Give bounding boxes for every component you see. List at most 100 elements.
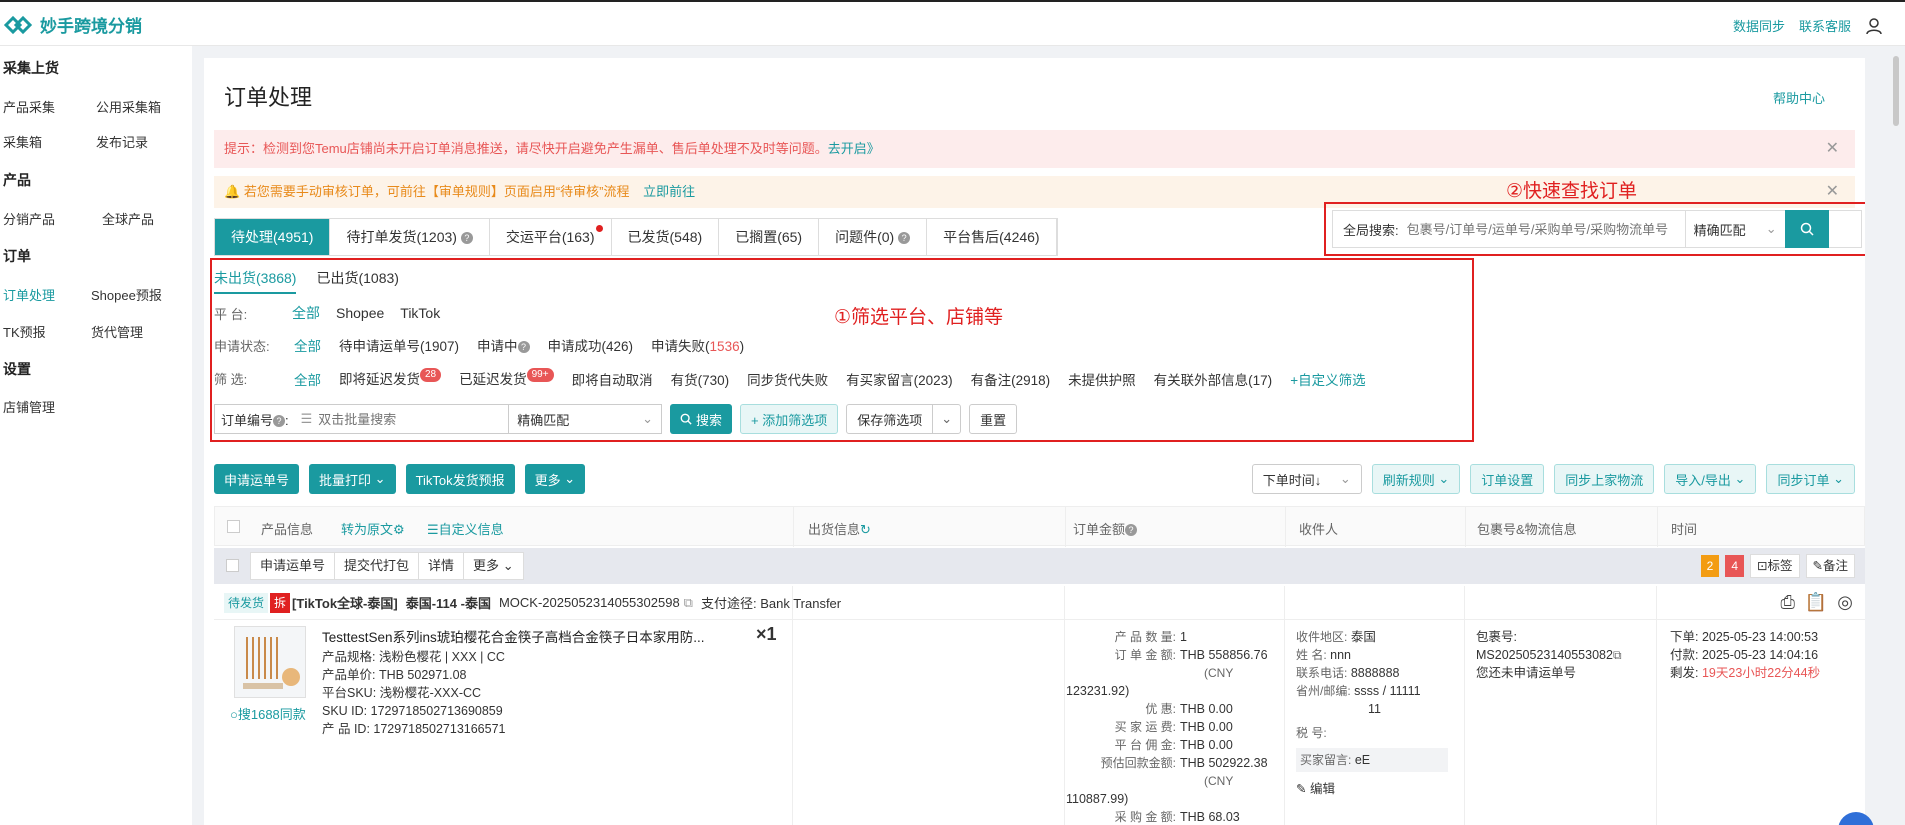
sidebar-item-public-box[interactable]: 公用采集箱: [96, 97, 161, 116]
go-now-link[interactable]: 立即前往: [643, 184, 695, 199]
sidebar-item-shopee-forecast[interactable]: Shopee预报: [91, 285, 162, 304]
apply-status-success[interactable]: 申请成功(426): [548, 335, 634, 355]
tab-handover[interactable]: 交运平台(163): [489, 219, 612, 255]
amount-key: 平 台 佣 金:: [1114, 738, 1176, 752]
sidebar-item-collect-box[interactable]: 采集箱: [3, 132, 42, 151]
to-original-link[interactable]: 转为原文⚙: [341, 519, 405, 538]
tab-problem[interactable]: 问题件(0) ?: [819, 219, 928, 255]
sidebar-item-forwarder[interactable]: 货代管理: [91, 322, 143, 341]
note-button[interactable]: ✎备注: [1805, 554, 1855, 578]
apply-status-all[interactable]: 全部: [294, 335, 321, 355]
platform-shopee[interactable]: Shopee: [336, 305, 384, 321]
help-center-link[interactable]: 帮助中心: [1773, 88, 1825, 107]
user-icon[interactable]: [1865, 17, 1883, 35]
platform-all[interactable]: 全部: [292, 303, 320, 323]
refresh-icon[interactable]: ↻: [860, 522, 871, 537]
copy-icon[interactable]: ⧉: [684, 595, 693, 611]
save-filter-button[interactable]: 保存筛选项 ⌄: [846, 404, 962, 434]
right-toolbar: 下单时间↓ ⌄ 刷新规则 ⌄ 订单设置 同步上家物流 导入/导出 ⌄ 同步订单 ⌄: [1251, 464, 1855, 494]
screen-buyer-note[interactable]: 有买家留言(2023): [846, 369, 953, 389]
tab-pending[interactable]: 待处理(4951): [215, 219, 331, 255]
add-filter-button[interactable]: + 添加筛选项: [740, 404, 839, 434]
refresh-rules-button[interactable]: 刷新规则 ⌄: [1371, 464, 1461, 494]
package-number[interactable]: MS20250523140553082⧉: [1476, 646, 1652, 664]
order-settings-button[interactable]: 订单设置: [1470, 464, 1545, 494]
screen-external-info[interactable]: 有关联外部信息(17): [1154, 369, 1273, 389]
clipboard-icon[interactable]: 📋: [1805, 592, 1827, 613]
order-row-icons: ⎙ 📋 ◎: [1780, 592, 1853, 613]
sidebar-item-distribution[interactable]: 分销产品: [3, 209, 55, 228]
apply-status-applying[interactable]: 申请中?: [477, 335, 530, 355]
data-sync-link[interactable]: 数据同步: [1733, 16, 1785, 35]
search-1688-link[interactable]: ○搜1688同款: [230, 704, 306, 723]
tab-to-print[interactable]: 待打单发货(1203) ?: [330, 219, 490, 255]
sub-tab-shipped[interactable]: 已出货(1083): [316, 268, 398, 294]
status-tabs: 待处理(4951) 待打单发货(1203) ? 交运平台(163) 已发货(54…: [214, 218, 1058, 256]
screen-no-passport[interactable]: 未提供护照: [1068, 369, 1136, 389]
platform-tiktok[interactable]: TikTok: [400, 305, 440, 321]
batch-print-button[interactable]: 批量打印 ⌄: [309, 464, 396, 494]
close-icon[interactable]: ✕: [1826, 130, 1839, 168]
screen-in-stock[interactable]: 有货(730): [671, 369, 730, 389]
tag-button[interactable]: ⊡标签: [1750, 554, 1800, 578]
check-circle-icon[interactable]: ◎: [1837, 592, 1853, 613]
sidebar-item-tk-forecast[interactable]: TK预报: [3, 322, 46, 341]
global-search-input[interactable]: [1406, 221, 1685, 237]
copy-icon[interactable]: ⧉: [1613, 648, 1622, 662]
submit-pack-button[interactable]: 提交代打包: [335, 553, 420, 579]
row-checkbox[interactable]: [226, 559, 239, 572]
global-search-button[interactable]: [1784, 210, 1829, 248]
sidebar-item-product-collect[interactable]: 产品采集: [3, 97, 55, 116]
screen-soon-delay[interactable]: 即将延迟发货 28: [339, 368, 442, 389]
chevron-down-icon[interactable]: ⌄: [932, 405, 960, 433]
col-divider: [793, 507, 794, 547]
sync-orders-button[interactable]: 同步订单 ⌄: [1766, 464, 1855, 494]
order-match-select[interactable]: 精确匹配 ⌄: [508, 405, 661, 433]
sync-upstream-logistics-button[interactable]: 同步上家物流: [1554, 464, 1655, 494]
details-button[interactable]: 详情: [419, 553, 465, 579]
reset-button[interactable]: 重置: [969, 404, 1018, 434]
tab-after-sales[interactable]: 平台售后(4246): [927, 219, 1057, 255]
screen-sync-fail[interactable]: 同步货代失败: [747, 369, 828, 389]
apply-status-fail[interactable]: 申请失败(1536): [651, 335, 744, 355]
buyer-note: 买家留言: eE: [1296, 748, 1448, 772]
sidebar-item-publish-log[interactable]: 发布记录: [96, 132, 148, 151]
order-number[interactable]: MOCK-2025052314055302598: [499, 595, 680, 610]
button-label: 更多: [473, 558, 500, 573]
sidebar-item-order-processing[interactable]: 订单处理: [3, 285, 55, 304]
product-image[interactable]: [234, 626, 306, 698]
product-title[interactable]: TesttestSen系列ins琥珀樱花合金筷子高档合金筷子日本家用防...: [322, 626, 727, 646]
global-match-select[interactable]: 精确匹配 ⌄: [1684, 211, 1785, 247]
tab-label: 待打单发货(1203): [346, 229, 457, 245]
import-export-button[interactable]: 导入/导出 ⌄: [1664, 464, 1757, 494]
search-button[interactable]: 搜索: [670, 404, 733, 434]
order-no-input[interactable]: [318, 411, 509, 427]
more-button[interactable]: 更多 ⌄: [524, 464, 586, 494]
support-link[interactable]: 联系客服: [1799, 16, 1851, 35]
sort-order-time-select[interactable]: 下单时间↓ ⌄: [1251, 464, 1362, 494]
page-scrollbar[interactable]: [1893, 56, 1899, 126]
custom-info-link[interactable]: ☰自定义信息: [427, 519, 504, 538]
sidebar-item-global-product[interactable]: 全球产品: [102, 209, 154, 228]
tab-shipped[interactable]: 已发货(548): [611, 219, 720, 255]
edit-receiver-link[interactable]: ✎ 编辑: [1296, 780, 1460, 798]
app-logo[interactable]: 妙手跨境分销: [4, 12, 142, 37]
screen-auto-cancel[interactable]: 即将自动取消: [572, 369, 653, 389]
select-all-checkbox[interactable]: [227, 520, 240, 533]
sub-tab-unshipped[interactable]: 未出货(3868): [214, 268, 297, 294]
row-apply-waybill-button[interactable]: 申请运单号: [251, 553, 336, 579]
screen-has-remark[interactable]: 有备注(2918): [971, 369, 1051, 389]
enable-push-link[interactable]: 去开启》: [828, 141, 880, 156]
apply-status-pending[interactable]: 待申请运单号(1907): [339, 335, 459, 355]
tiktok-forecast-button[interactable]: TikTok发货预报: [405, 464, 515, 494]
custom-filter-link[interactable]: +自定义筛选: [1290, 369, 1365, 389]
print-icon[interactable]: ⎙: [1780, 592, 1794, 613]
sidebar-item-store-management[interactable]: 店铺管理: [3, 397, 55, 416]
receiver-row: 省州/邮编: ssss / 11111: [1296, 682, 1460, 700]
apply-waybill-button[interactable]: 申请运单号: [214, 464, 300, 494]
screen-all[interactable]: 全部: [294, 369, 321, 389]
row-more-button[interactable]: 更多 ⌄: [464, 553, 523, 579]
receiver-value: 8888888: [1350, 666, 1400, 680]
screen-delayed[interactable]: 已延迟发货 99+: [459, 368, 554, 389]
tab-on-hold[interactable]: 已搁置(65): [719, 219, 820, 255]
